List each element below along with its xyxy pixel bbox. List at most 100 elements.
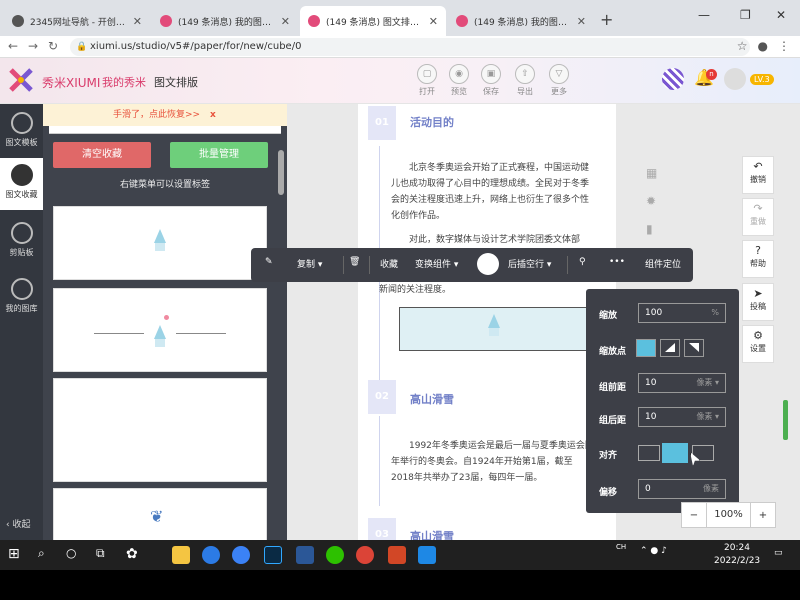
section-title[interactable]: 高山滑雪: [410, 528, 454, 540]
star-icon[interactable]: ☆: [737, 39, 748, 53]
export-button[interactable]: ⇧ 导出: [511, 64, 539, 97]
wechat-icon[interactable]: [326, 546, 344, 564]
app-l-icon[interactable]: [232, 546, 250, 564]
favorite-card[interactable]: [53, 288, 267, 372]
undo-button[interactable]: ↶ 撤销: [742, 156, 774, 194]
section-title[interactable]: 活动目的: [410, 114, 454, 130]
color-picker[interactable]: [477, 253, 499, 275]
batch-manage-button[interactable]: 批量管理: [170, 142, 268, 168]
pin-icon[interactable]: ✎: [265, 257, 273, 267]
copy-button[interactable]: 复制 ▾: [297, 257, 322, 270]
brush-icon[interactable]: ⚲: [579, 257, 586, 267]
avatar[interactable]: [724, 68, 746, 90]
profile-icon[interactable]: ●: [758, 39, 768, 53]
restore-text[interactable]: 手滑了，点此恢复>>: [113, 110, 200, 120]
nav-layout[interactable]: 图文排版: [154, 74, 198, 90]
photoshop-icon[interactable]: [264, 546, 282, 564]
save-button[interactable]: ▣ 保存: [477, 64, 505, 97]
chrome-icon[interactable]: [356, 546, 374, 564]
cortana-icon[interactable]: ○: [66, 546, 84, 564]
preview-button[interactable]: ◉ 预览: [445, 64, 473, 97]
tray-icons[interactable]: ⌃ ● ♪: [640, 546, 667, 556]
panel-scrollbar[interactable]: [278, 150, 284, 195]
word-icon[interactable]: [296, 546, 314, 564]
paragraph[interactable]: 北京冬季奥运会开始了正式赛程，中国运动健儿也成功取得了心目中的理想成绩。全民对于…: [391, 160, 595, 224]
paragraph[interactable]: 1992年冬季奥运会是最后一届与夏季奥运会同年举行的冬奥会。自1924年开始第1…: [391, 438, 595, 486]
new-tab-icon[interactable]: +: [600, 10, 613, 29]
back-icon[interactable]: ←: [8, 39, 18, 53]
favorite-card[interactable]: [53, 378, 267, 482]
close-window-icon[interactable]: ✕: [776, 8, 786, 22]
paragraph[interactable]: 新闻的关注程度。: [379, 282, 583, 298]
menu-icon[interactable]: ⋮: [778, 39, 790, 53]
clear-favorites-button[interactable]: 清空收藏: [53, 142, 151, 168]
restore-banner[interactable]: 手滑了，点此恢复>> x: [43, 104, 287, 126]
transform-button[interactable]: 变换组件 ▾: [415, 257, 458, 270]
brand-name[interactable]: 秀米XIUMI: [42, 74, 100, 91]
minimize-icon[interactable]: —: [698, 8, 710, 22]
section-title[interactable]: 高山滑雪: [410, 391, 454, 407]
file-explorer-icon[interactable]: [172, 546, 190, 564]
zoom-out-button[interactable]: −: [682, 510, 706, 521]
align-center[interactable]: [662, 443, 688, 463]
scale-point-center[interactable]: [636, 339, 656, 357]
insert-after-button[interactable]: 后插空行 ▾: [508, 257, 551, 270]
nav-my-xiumi[interactable]: 我的秀米: [102, 74, 146, 90]
delete-icon[interactable]: 🗑: [349, 257, 360, 267]
open-button[interactable]: ▢ 打开: [413, 64, 441, 97]
app-blue-icon[interactable]: [418, 546, 436, 564]
more-options-icon[interactable]: •••: [609, 257, 625, 267]
chart-icon[interactable]: ▮: [646, 222, 658, 236]
zoom-in-button[interactable]: +: [751, 510, 775, 521]
url-field[interactable]: 🔒 xiumi.us/studio/v5#/paper/for/new/cube…: [70, 38, 750, 56]
theme-icon[interactable]: [662, 68, 684, 90]
scale-point-corner[interactable]: [660, 339, 680, 357]
tab-my-articles[interactable]: (149 条消息) 我的图文 - 秀米XI ✕: [152, 6, 298, 36]
tab-my-articles-2[interactable]: (149 条消息) 我的图文 - 秀米XI ✕: [448, 6, 594, 36]
tab-2345[interactable]: 2345网址导航 - 开创中国百年品 ✕: [4, 6, 150, 36]
close-icon[interactable]: ✕: [133, 15, 142, 28]
restore-icon[interactable]: ❐: [740, 8, 751, 22]
align-left[interactable]: [638, 445, 660, 461]
browser-tab-bar: 2345网址导航 - 开创中国百年品 ✕ (149 条消息) 我的图文 - 秀米…: [0, 0, 800, 36]
tab-layout[interactable]: (149 条消息) 图文排版 - 秀米XI ✕: [300, 6, 446, 36]
margin-after-input[interactable]: 10 像素 ▾: [638, 407, 726, 427]
edge-icon[interactable]: [202, 546, 220, 564]
help-button[interactable]: ? 帮助: [742, 240, 774, 278]
close-icon[interactable]: x: [210, 104, 216, 126]
close-icon[interactable]: ✕: [281, 15, 290, 28]
app-icon[interactable]: ✿: [126, 546, 144, 564]
more-button[interactable]: ▽ 更多: [545, 64, 573, 97]
settings-button[interactable]: ⚙ 设置: [742, 325, 774, 363]
gear-icon[interactable]: ✹: [646, 194, 658, 208]
canvas-scrollbar[interactable]: [783, 400, 788, 440]
close-icon[interactable]: ✕: [577, 15, 586, 28]
scale-input[interactable]: 100 %: [638, 303, 726, 323]
selected-component[interactable]: [399, 307, 599, 351]
ime-indicator[interactable]: CH: [616, 543, 626, 551]
windows-start-icon[interactable]: ⊞: [8, 546, 26, 564]
forward-icon[interactable]: →: [28, 39, 38, 53]
search-icon[interactable]: ⌕: [38, 546, 56, 564]
margin-before-input[interactable]: 10 像素 ▾: [638, 373, 726, 393]
favorite-card[interactable]: [53, 206, 267, 280]
reload-icon[interactable]: ↻: [48, 39, 58, 53]
locate-component-button[interactable]: 组件定位: [645, 257, 681, 270]
collapse-button[interactable]: ‹ 收起: [6, 517, 30, 530]
scale-point-corner-right[interactable]: [684, 339, 704, 357]
task-view-icon[interactable]: ⧉: [96, 546, 114, 564]
close-icon[interactable]: ✕: [429, 15, 438, 28]
notification-center-icon[interactable]: ▭: [774, 548, 783, 558]
favorite-card[interactable]: ❦: [53, 488, 267, 540]
sidebar-item-templates[interactable]: 图文模板: [0, 108, 43, 156]
grid-icon[interactable]: ▦: [646, 166, 658, 180]
sidebar-item-favorites[interactable]: 图文收藏: [0, 158, 43, 210]
collect-button[interactable]: 收藏: [380, 257, 398, 270]
sidebar-item-gallery[interactable]: 我的图库: [0, 274, 43, 322]
powerpoint-icon[interactable]: [388, 546, 406, 564]
sidebar-item-clipboard[interactable]: 剪贴板: [0, 218, 43, 266]
paragraph[interactable]: 对此，数字媒体与设计艺术学院团委文体部: [391, 232, 595, 248]
submit-button[interactable]: ➤ 投稿: [742, 283, 774, 321]
redo-button[interactable]: ↷ 重做: [742, 198, 774, 236]
offset-input[interactable]: 0 像素: [638, 479, 726, 499]
